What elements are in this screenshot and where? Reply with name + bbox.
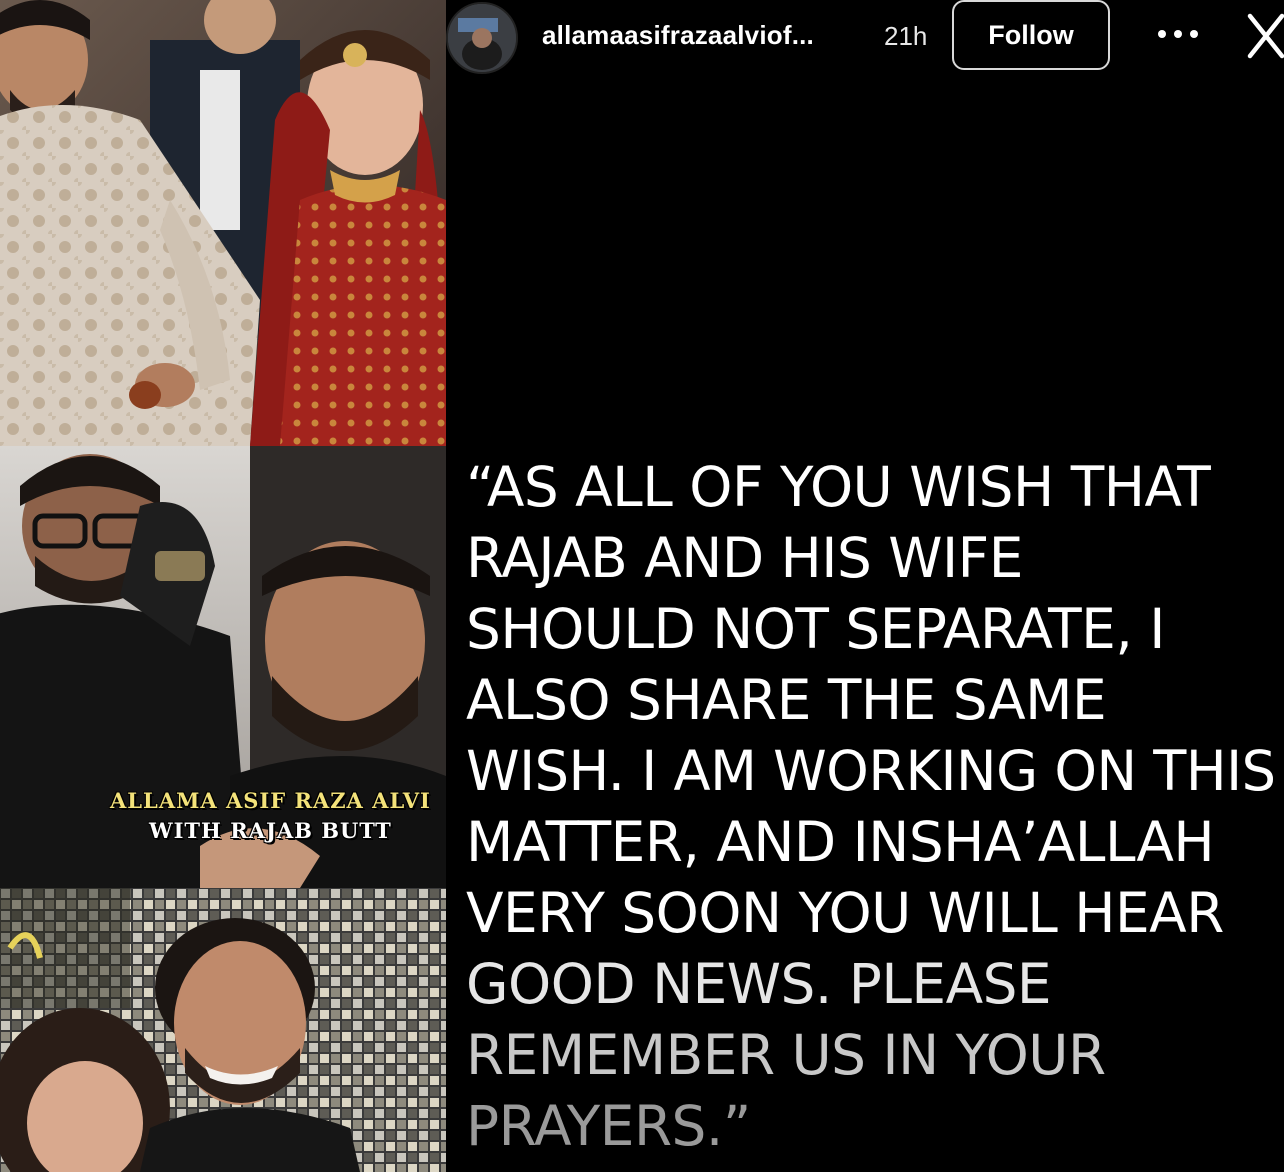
caption-line-2: WITH RAJAB BUTT — [149, 818, 392, 843]
quote-line: WISH. I AM WORKING ON THIS — [466, 739, 1276, 803]
quote-line: RAJAB AND HIS WIFE — [466, 526, 1023, 590]
interview-photo: ALLAMA ASIF RAZA ALVI WITH RAJAB BUTT — [0, 446, 446, 888]
quote-line: ALSO SHARE THE SAME — [466, 668, 1107, 732]
close-icon[interactable] — [1246, 12, 1284, 60]
profile-avatar[interactable] — [446, 2, 518, 74]
quote-line: “AS ALL OF YOU WISH THAT — [466, 455, 1211, 519]
follow-button[interactable]: Follow — [952, 0, 1110, 70]
story-header: allamaasifrazaalviof... 21h Follow — [446, 0, 1284, 76]
quote-line: REMEMBER US IN YOUR — [466, 1023, 1106, 1087]
username-link[interactable]: allamaasifrazaalviof... — [542, 20, 814, 51]
quote-line: MATTER, AND INSHA’ALLAH — [466, 810, 1215, 874]
caption-line-1: ALLAMA ASIF RAZA ALVI — [110, 788, 431, 813]
more-horizontal-icon[interactable] — [1158, 30, 1198, 40]
story-viewer: ALLAMA ASIF RAZA ALVI WITH RAJAB BUTT al… — [0, 0, 1284, 1172]
quote-line: PRAYERS.” — [466, 1094, 751, 1158]
quote-line: VERY SOON YOU WILL HEAR — [466, 881, 1224, 945]
wedding-photo — [0, 0, 446, 446]
post-time: 21h — [884, 21, 928, 51]
quote-line: GOOD NEWS. PLEASE — [466, 952, 1052, 1016]
photo-caption: ALLAMA ASIF RAZA ALVI WITH RAJAB BUTT — [110, 786, 431, 846]
quote-line: SHOULD NOT SEPARATE, I — [466, 597, 1165, 661]
story-quote: “AS ALL OF YOU WISH THAT RAJAB AND HIS W… — [466, 452, 1278, 1162]
couple-photo — [0, 888, 446, 1172]
